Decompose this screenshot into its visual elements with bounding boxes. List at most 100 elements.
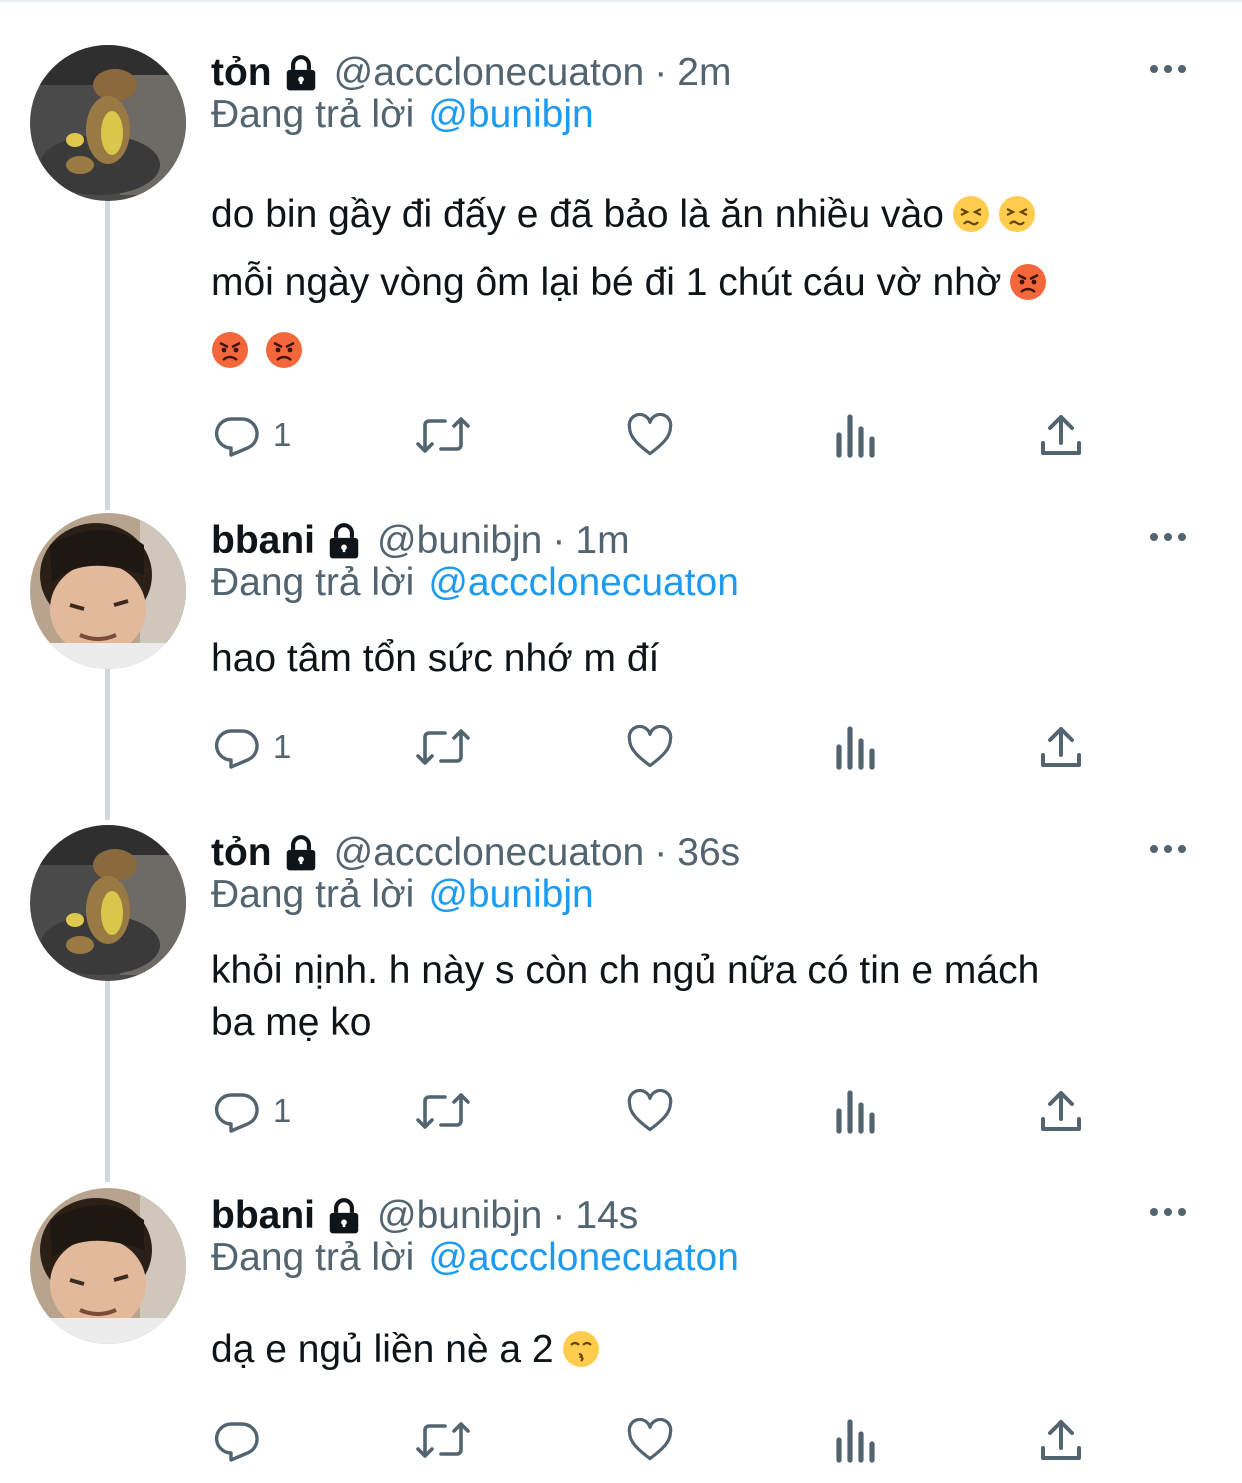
- tweet-text-line: ba mẹ ko: [211, 1001, 372, 1044]
- replying-to: Đang trả lời @accclonecuaton: [211, 1236, 739, 1280]
- tweet-actions: 1: [213, 1085, 1093, 1137]
- avatar[interactable]: [30, 513, 186, 669]
- kissing-face-emoji: [562, 1330, 600, 1368]
- separator-dot: ·: [552, 1194, 566, 1237]
- more-icon[interactable]: [1142, 57, 1194, 81]
- mention-link[interactable]: @bunibjn: [428, 93, 593, 136]
- tweet-text-line: dạ e ngủ liền nè a 2: [211, 1328, 554, 1371]
- reply-count: 1: [273, 1092, 292, 1129]
- reply-icon: [214, 729, 259, 769]
- tweet-text: khỏi nịnh. h này s còn ch ngủ nữa có tin…: [211, 945, 1171, 1049]
- mention-link[interactable]: @accclonecuaton: [428, 561, 739, 604]
- analytics-icon: [836, 1419, 875, 1463]
- lock-icon: [325, 522, 363, 560]
- reply-button[interactable]: 1: [213, 409, 291, 461]
- reply-count: 1: [273, 728, 292, 765]
- thread-line: [105, 668, 110, 820]
- angry-face-emoji: [265, 331, 303, 369]
- share-button[interactable]: [1039, 1414, 1083, 1466]
- reply-icon: [214, 1093, 259, 1133]
- avatar[interactable]: [30, 1188, 186, 1344]
- more-icon[interactable]: [1142, 837, 1194, 861]
- replying-to-label: Đang trả lời: [211, 561, 415, 604]
- tweet-actions: 1: [213, 721, 1093, 773]
- display-name[interactable]: tỏn: [211, 51, 272, 95]
- timestamp[interactable]: 36s: [677, 831, 740, 875]
- heart-icon: [627, 1417, 673, 1461]
- user-handle[interactable]: @bunibjn: [377, 1194, 542, 1238]
- display-name[interactable]: tỏn: [211, 831, 272, 875]
- analytics-icon: [836, 726, 875, 770]
- like-button[interactable]: [625, 721, 675, 773]
- analytics-icon: [836, 1090, 875, 1134]
- user-handle[interactable]: @accclonecuaton: [334, 831, 645, 875]
- share-icon: [1041, 727, 1081, 767]
- display-name[interactable]: bbani: [211, 519, 315, 563]
- display-name[interactable]: bbani: [211, 1194, 315, 1238]
- reply-button[interactable]: [213, 1414, 273, 1466]
- timestamp[interactable]: 2m: [677, 51, 731, 95]
- tweet-text-line: do bin gầy đi đấy e đã bảo là ăn nhiều v…: [211, 193, 944, 236]
- share-button[interactable]: [1039, 1085, 1083, 1137]
- mention-link[interactable]: @accclonecuaton: [428, 1236, 739, 1279]
- timestamp[interactable]: 14s: [575, 1194, 638, 1238]
- like-button[interactable]: [625, 1414, 675, 1466]
- reply-icon: [214, 1422, 259, 1462]
- tweet-text-line: hao tâm tổn sức nhớ m đí: [211, 637, 660, 680]
- thread-line: [105, 980, 110, 1182]
- tweet-text-line: khỏi nịnh. h này s còn ch ngủ nữa có tin…: [211, 949, 1040, 992]
- reply-count: 1: [273, 416, 292, 453]
- retweet-button[interactable]: [415, 1085, 471, 1137]
- heart-icon: [627, 1088, 673, 1132]
- thread-line: [105, 200, 110, 510]
- retweet-button[interactable]: [415, 1414, 471, 1466]
- angry-face-emoji: [211, 331, 249, 369]
- share-icon: [1041, 1420, 1081, 1460]
- retweet-button[interactable]: [415, 721, 471, 773]
- persevering-face-emoji: [952, 195, 990, 233]
- avatar[interactable]: [30, 825, 186, 981]
- retweet-icon: [416, 729, 470, 765]
- reply-icon: [214, 417, 259, 457]
- views-button[interactable]: [835, 721, 877, 773]
- views-button[interactable]: [835, 1414, 877, 1466]
- user-handle[interactable]: @bunibjn: [377, 519, 542, 563]
- tweet-actions: 1: [213, 409, 1093, 461]
- replying-to: Đang trả lời @bunibjn: [211, 93, 594, 137]
- lock-icon: [282, 834, 320, 872]
- share-icon: [1041, 1091, 1081, 1131]
- user-handle[interactable]: @accclonecuaton: [334, 51, 645, 95]
- share-button[interactable]: [1039, 409, 1083, 461]
- retweet-icon: [416, 1422, 470, 1458]
- angry-face-emoji: [1009, 263, 1047, 301]
- lock-icon: [282, 54, 320, 92]
- reply-button[interactable]: 1: [213, 721, 291, 773]
- more-icon[interactable]: [1142, 1200, 1194, 1224]
- reply-button[interactable]: 1: [213, 1085, 291, 1137]
- like-button[interactable]: [625, 1085, 675, 1137]
- like-button[interactable]: [625, 409, 675, 461]
- replying-to-label: Đang trả lời: [211, 873, 415, 916]
- views-button[interactable]: [835, 1085, 877, 1137]
- share-button[interactable]: [1039, 721, 1083, 773]
- replying-to: Đang trả lời @bunibjn: [211, 873, 594, 917]
- retweet-button[interactable]: [415, 409, 471, 461]
- avatar[interactable]: [30, 45, 186, 201]
- replying-to-label: Đang trả lời: [211, 93, 415, 136]
- replying-to: Đang trả lời @accclonecuaton: [211, 561, 739, 605]
- analytics-icon: [836, 414, 875, 458]
- timestamp[interactable]: 1m: [575, 519, 629, 563]
- views-button[interactable]: [835, 409, 877, 461]
- tweet-actions: [213, 1414, 1093, 1466]
- separator-dot: ·: [552, 519, 566, 562]
- tweet-text: hao tâm tổn sức nhớ m đí: [211, 633, 1171, 685]
- top-divider: [0, 0, 1242, 2]
- mention-link[interactable]: @bunibjn: [428, 873, 593, 916]
- tweet-text: dạ e ngủ liền nè a 2: [211, 1324, 1171, 1376]
- heart-icon: [627, 412, 673, 456]
- more-icon[interactable]: [1142, 525, 1194, 549]
- heart-icon: [627, 724, 673, 768]
- separator-dot: ·: [654, 51, 668, 94]
- tweet-text-line: mỗi ngày vòng ôm lại bé đi 1 chút cáu vờ…: [211, 261, 1002, 304]
- share-icon: [1041, 415, 1081, 455]
